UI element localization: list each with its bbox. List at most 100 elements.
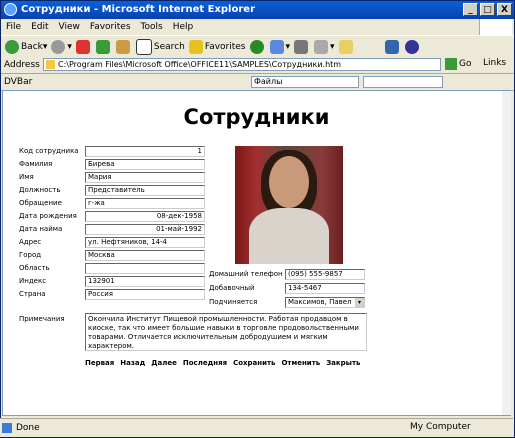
menu-file[interactable]: File <box>1 22 26 32</box>
window-title: Сотрудники - Microsoft Internet Explorer <box>21 4 256 15</box>
developer-toolbar: DVBar Файлы <box>1 74 514 91</box>
mail-icon <box>269 40 284 54</box>
status-bar: Done My Computer <box>0 418 513 437</box>
salutation-field[interactable]: г-жа <box>85 198 205 209</box>
chevron-down-icon[interactable]: ▾ <box>355 298 364 307</box>
edit-icon <box>314 40 329 54</box>
status-text: Done <box>0 423 40 433</box>
field-label: Примечания <box>19 315 65 323</box>
go-arrow-icon <box>445 58 457 70</box>
record-navigation: Первая Назад Далее Последняя Сохранить О… <box>85 359 360 367</box>
menu-help[interactable]: Help <box>168 22 199 32</box>
field-label: Имя <box>19 173 34 181</box>
search-button[interactable]: Search <box>135 39 185 55</box>
ie-icon <box>4 3 17 16</box>
field-label: Область <box>19 264 50 272</box>
lastname-field[interactable]: Бирева <box>85 159 205 170</box>
firstname-field[interactable]: Мария <box>85 172 205 183</box>
field-label: Должность <box>19 186 61 194</box>
field-label: Город <box>19 251 42 259</box>
menu-bar: File Edit View Favorites Tools Help <box>1 19 514 35</box>
hiredate-field[interactable]: 01-май-1992 <box>85 224 205 235</box>
notes-field[interactable]: Окончила Институт Пищевой промышленности… <box>85 313 367 351</box>
employee-photo <box>235 146 343 264</box>
page-done-icon <box>2 423 12 433</box>
save-button[interactable]: Сохранить <box>233 359 275 367</box>
employee-id-field[interactable]: 1 <box>85 146 205 157</box>
title-field[interactable]: Представитель <box>85 185 205 196</box>
print-icon <box>294 40 309 54</box>
address-bar: Address C:\Program Files\Microsoft Offic… <box>1 57 514 74</box>
history-icon <box>249 40 264 54</box>
page-heading: Сотрудники <box>183 105 330 129</box>
field-label: Фамилия <box>19 160 53 168</box>
search-icon <box>135 39 152 55</box>
maximize-button[interactable]: □ <box>480 3 495 16</box>
postal-code-field[interactable]: 132901 <box>85 276 205 287</box>
vertical-scrollbar[interactable] <box>502 91 511 415</box>
windows-flag-icon <box>479 19 512 35</box>
minimize-button[interactable]: _ <box>463 3 478 16</box>
forward-arrow-icon <box>51 40 66 54</box>
devbar-dropdown[interactable]: Файлы <box>251 76 359 88</box>
favorites-button[interactable]: Favorites <box>188 40 246 54</box>
first-button[interactable]: Первая <box>85 359 114 367</box>
back-arrow-icon <box>5 40 19 54</box>
messenger-icon <box>404 40 419 54</box>
edit-button[interactable]: ▾ <box>314 40 335 54</box>
research-button[interactable] <box>384 40 401 54</box>
field-label: Дата рождения <box>19 212 77 220</box>
reports-to-select[interactable]: Максимов, Павел ▾ <box>285 297 365 308</box>
extension-field[interactable]: 134-5467 <box>285 283 365 294</box>
links-button[interactable]: Links <box>483 58 506 68</box>
research-icon <box>384 40 399 54</box>
back-button[interactable]: Back ▾ <box>5 40 47 54</box>
right-field-label: Добавочный <box>209 284 255 292</box>
forward-button[interactable]: ▾ <box>51 40 72 54</box>
refresh-icon <box>95 40 110 54</box>
devbar-label: DVBar <box>4 77 33 87</box>
stop-button[interactable] <box>75 40 92 54</box>
menu-edit[interactable]: Edit <box>26 22 53 32</box>
previous-button[interactable]: Назад <box>120 359 145 367</box>
close-record-button[interactable]: Закрыть <box>326 359 360 367</box>
right-field-label: Подчиняется <box>209 298 258 306</box>
history-button[interactable] <box>249 40 266 54</box>
standard-toolbar: Back ▾ ▾ Search Favorites ▾ ▾ <box>1 35 514 59</box>
home-icon <box>115 40 130 54</box>
discuss-button[interactable] <box>338 40 355 54</box>
cancel-button[interactable]: Отменить <box>281 359 320 367</box>
region-field[interactable] <box>85 263 205 274</box>
messenger-button[interactable] <box>404 40 421 54</box>
star-icon <box>188 40 203 54</box>
home-button[interactable] <box>115 40 132 54</box>
field-label: Код сотрудника <box>19 147 79 155</box>
menu-tools[interactable]: Tools <box>136 22 168 32</box>
menu-view[interactable]: View <box>54 22 85 32</box>
address-input[interactable]: C:\Program Files\Microsoft Office\OFFICE… <box>43 58 441 71</box>
home-phone-field[interactable]: (095) 555-9857 <box>285 269 365 280</box>
address-label: Address <box>4 60 40 70</box>
mail-button[interactable]: ▾ <box>269 40 290 54</box>
right-field-label: Домашний телефон <box>209 270 283 278</box>
address-field[interactable]: ул. Нефтяников, 14-4 <box>85 237 205 248</box>
menu-favorites[interactable]: Favorites <box>85 22 136 32</box>
field-label: Страна <box>19 290 46 298</box>
refresh-button[interactable] <box>95 40 112 54</box>
go-button[interactable]: Go <box>445 58 471 70</box>
close-button[interactable]: X <box>497 3 512 16</box>
print-button[interactable] <box>294 40 310 54</box>
birthdate-field[interactable]: 08-дек-1958 <box>85 211 205 222</box>
page-icon <box>46 60 55 69</box>
city-field[interactable]: Москва <box>85 250 205 261</box>
devbar-field[interactable] <box>363 76 443 88</box>
last-button[interactable]: Последняя <box>183 359 227 367</box>
field-label: Индекс <box>19 277 47 285</box>
title-bar: Сотрудники - Microsoft Internet Explorer… <box>1 1 514 19</box>
stop-icon <box>75 40 90 54</box>
next-button[interactable]: Далее <box>151 359 177 367</box>
zone-indicator: My Computer <box>410 422 471 432</box>
field-label: Дата найма <box>19 225 63 233</box>
country-field[interactable]: Россия <box>85 289 205 300</box>
field-label: Адрес <box>19 238 42 246</box>
